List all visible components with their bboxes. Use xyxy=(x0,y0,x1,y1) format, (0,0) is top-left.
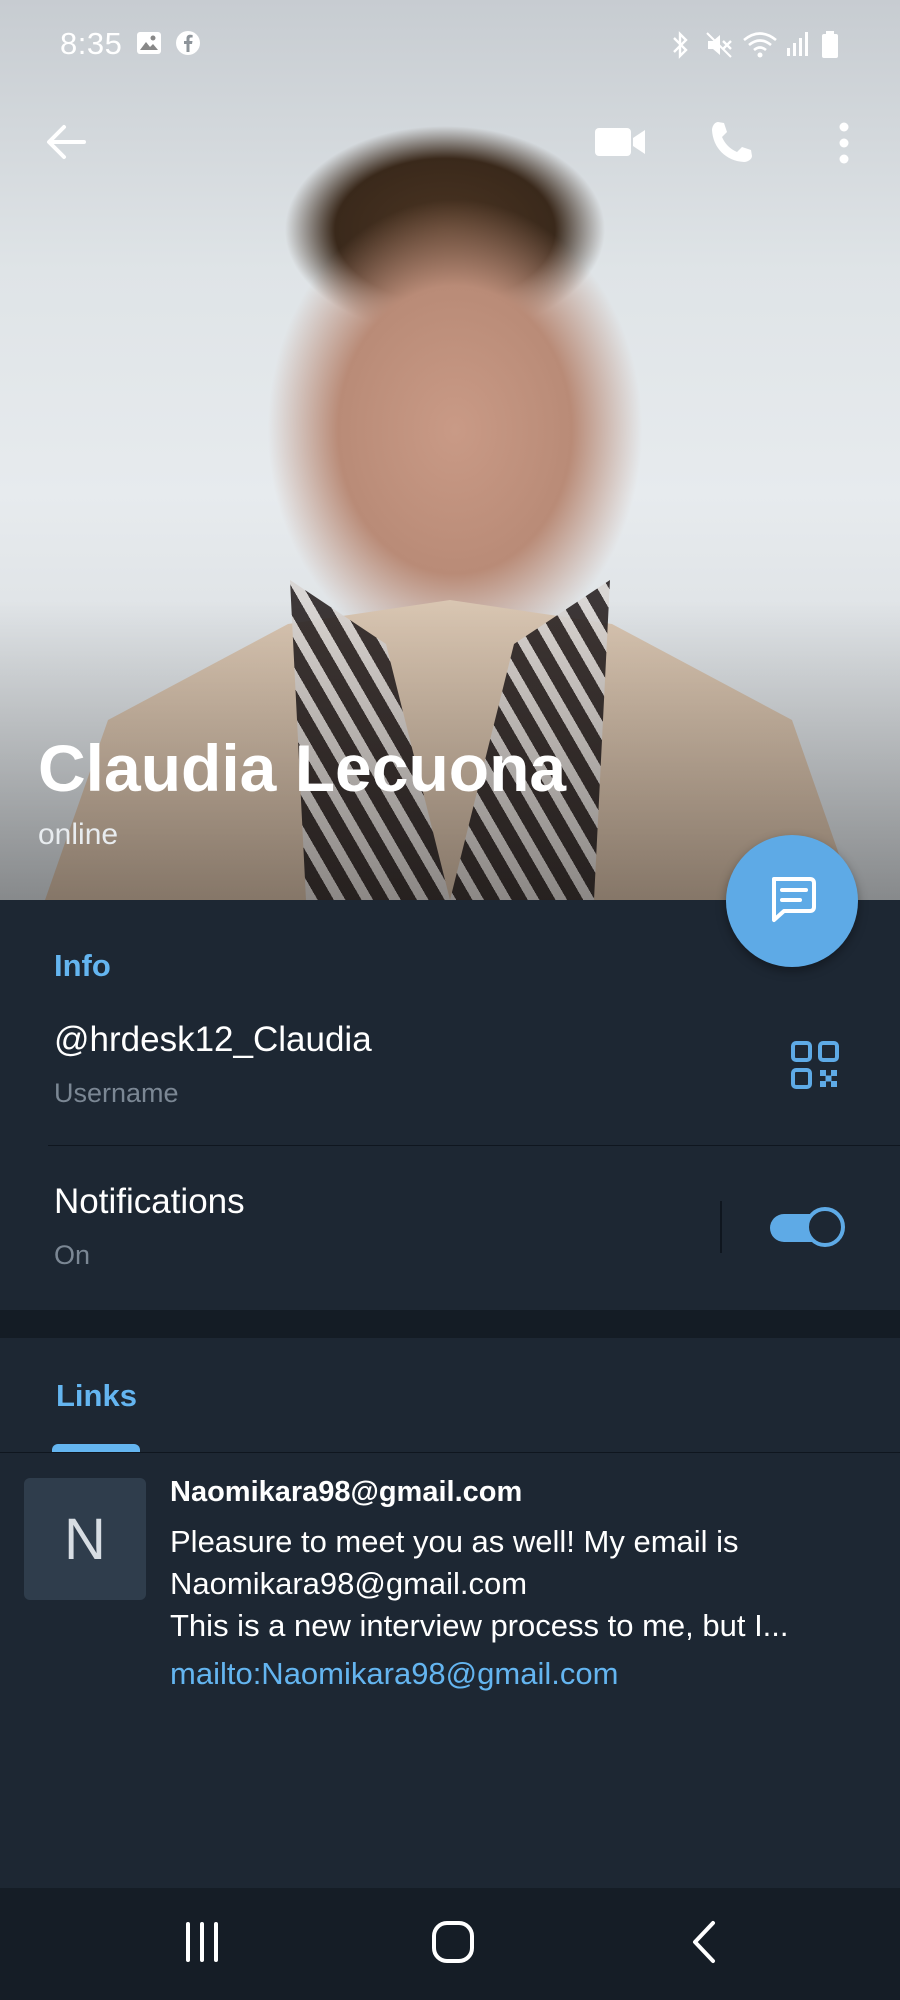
tab-links[interactable]: Links xyxy=(56,1378,137,1414)
notifications-toggle[interactable] xyxy=(768,1205,848,1251)
message-icon xyxy=(764,871,820,932)
recent-apps-button[interactable] xyxy=(142,1888,262,2000)
mute-icon xyxy=(704,30,734,65)
home-icon xyxy=(430,1919,476,1970)
notifications-state: On xyxy=(54,1240,91,1270)
links-section: Links N Naomikara98@gmail.com Pleasure t… xyxy=(0,1338,900,1888)
link-title: Naomikara98@gmail.com xyxy=(170,1476,523,1508)
navigation-bar xyxy=(0,1888,900,2000)
section-gap xyxy=(0,1310,900,1338)
tabs-divider xyxy=(0,1452,900,1453)
profile-status: online xyxy=(38,818,119,851)
signal-icon xyxy=(785,30,811,63)
phone-icon[interactable] xyxy=(706,118,756,173)
toggle-knob xyxy=(805,1207,845,1247)
home-button[interactable] xyxy=(393,1888,513,2000)
notifications-row[interactable]: Notifications On xyxy=(0,1146,900,1306)
username-value: @hrdesk12_Claudia xyxy=(54,1020,372,1059)
notifications-label: Notifications xyxy=(54,1182,245,1221)
wifi-icon xyxy=(742,30,778,65)
link-url[interactable]: mailto:Naomikara98@gmail.com xyxy=(170,1656,618,1692)
username-row[interactable]: @hrdesk12_Claudia Username xyxy=(0,1000,900,1145)
link-preview-line-1: Pleasure to meet you as well! My email i… xyxy=(170,1524,739,1559)
battery-icon xyxy=(820,30,840,65)
back-button[interactable] xyxy=(645,1888,765,2000)
bluetooth-icon xyxy=(668,30,692,65)
link-avatar: N xyxy=(24,1478,146,1600)
info-title: Info xyxy=(54,948,111,983)
qr-code-icon[interactable] xyxy=(790,1040,840,1095)
back-chevron-icon xyxy=(685,1919,725,1970)
link-preview-line-3: This is a new interview process to me, b… xyxy=(170,1608,789,1643)
tab-underline xyxy=(52,1444,140,1452)
gallery-icon xyxy=(136,30,162,61)
recent-apps-icon xyxy=(180,1920,224,1969)
link-list-item[interactable]: N Naomikara98@gmail.com Pleasure to meet… xyxy=(0,1456,900,1716)
link-preview-line-2: Naomikara98@gmail.com xyxy=(170,1566,528,1601)
vertical-divider xyxy=(720,1201,722,1253)
more-vertical-icon[interactable] xyxy=(828,120,860,171)
message-fab-button[interactable] xyxy=(726,835,858,967)
username-label: Username xyxy=(54,1078,179,1108)
status-bar: 8:35 xyxy=(0,0,900,90)
video-call-icon[interactable] xyxy=(592,120,648,169)
back-arrow-icon[interactable] xyxy=(42,118,90,171)
facebook-icon xyxy=(175,30,201,61)
status-time: 8:35 xyxy=(60,26,123,61)
profile-name: Claudia Lecuona xyxy=(38,731,567,805)
